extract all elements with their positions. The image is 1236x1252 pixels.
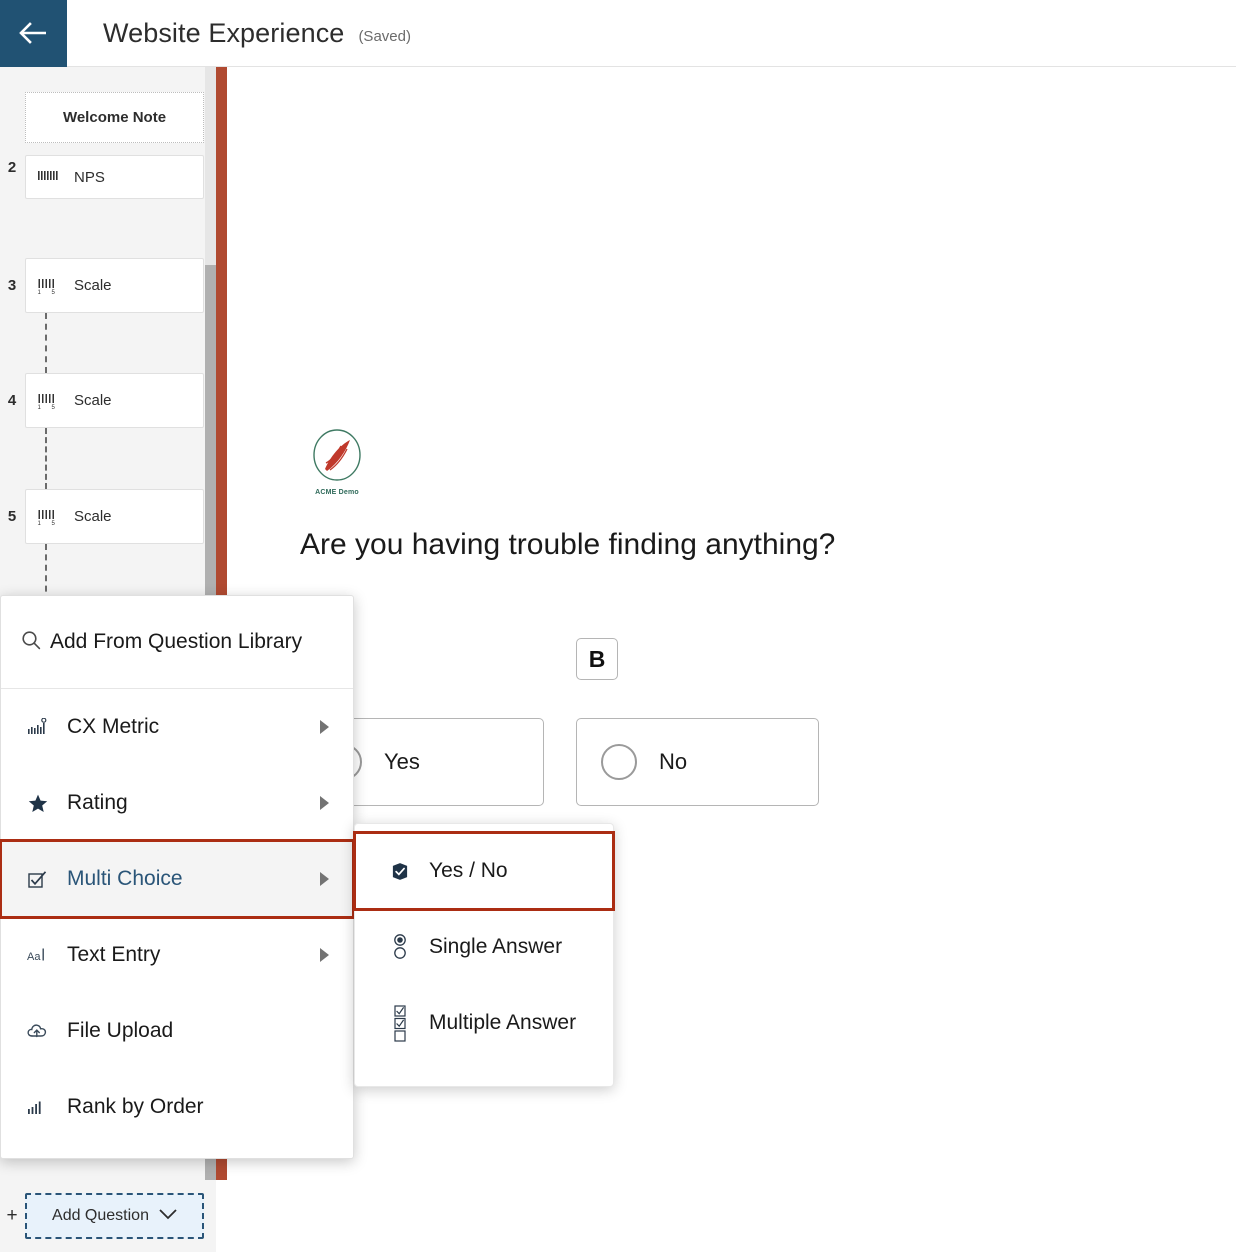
- svg-text:5: 5: [52, 290, 56, 295]
- submenu-item-yes-no[interactable]: Yes / No: [353, 831, 615, 911]
- submenu-label-single-answer: Single Answer: [429, 935, 563, 958]
- menu-label-rank-by-order: Rank by Order: [67, 1095, 204, 1118]
- svg-text:1: 1: [38, 405, 42, 410]
- svg-text:Aa: Aa: [27, 951, 41, 963]
- scale-icon: 1 5: [34, 392, 64, 410]
- multi-choice-submenu: Yes / No Single Answer Multiple Answer: [353, 823, 615, 1087]
- choice-label-yes: Yes: [384, 749, 420, 774]
- checkbox-icon: [27, 870, 49, 889]
- cloud-upload-icon: [27, 1022, 49, 1040]
- chevron-right-icon: [320, 872, 329, 886]
- welcome-note-card[interactable]: Welcome Note: [25, 92, 204, 143]
- submenu-item-multiple-answer[interactable]: Multiple Answer: [355, 985, 613, 1061]
- choice-option-no[interactable]: No: [576, 718, 819, 806]
- brand-logo: ACME Demo: [308, 427, 366, 496]
- cx-metric-icon: [27, 718, 49, 736]
- question-number-3: 3: [7, 277, 17, 294]
- svg-text:1: 1: [38, 521, 42, 526]
- chevron-right-icon: [320, 720, 329, 734]
- scale-icon: 1 5: [34, 508, 64, 526]
- menu-item-cx-metric[interactable]: CX Metric: [1, 689, 353, 765]
- text-entry-icon: Aa: [27, 947, 49, 963]
- page-title: Website Experience: [103, 17, 345, 48]
- status-badge[interactable]: B: [576, 638, 618, 680]
- star-icon: [27, 794, 49, 813]
- question-card-5[interactable]: 1 5 Scale: [25, 489, 204, 544]
- nps-scale-icon: [34, 169, 64, 185]
- add-question-button[interactable]: Add Question: [25, 1193, 204, 1239]
- submenu-label-yes-no: Yes / No: [429, 859, 508, 882]
- chevron-right-icon: [320, 948, 329, 962]
- check-badge-icon: [391, 862, 409, 881]
- question-card-nps[interactable]: NPS: [25, 155, 204, 199]
- search-icon: [21, 630, 41, 655]
- menu-item-file-upload[interactable]: File Upload: [1, 993, 353, 1069]
- chevron-right-icon: [320, 796, 329, 810]
- chevron-down-icon: [159, 1207, 177, 1225]
- question-number-2: 2: [7, 159, 17, 176]
- question-label-nps: NPS: [74, 168, 105, 186]
- menu-label-file-upload: File Upload: [67, 1019, 174, 1042]
- question-label-3: Scale: [74, 277, 112, 294]
- back-button[interactable]: [0, 0, 67, 67]
- menu-label-text-entry: Text Entry: [67, 943, 161, 966]
- connector-line: [45, 313, 47, 373]
- menu-item-multi-choice[interactable]: Multi Choice: [0, 839, 355, 919]
- add-question-label: Add Question: [52, 1207, 149, 1224]
- add-question-menu: Add From Question Library CX Metric Rati…: [0, 595, 355, 1159]
- connector-line: [45, 544, 47, 602]
- menu-item-text-entry[interactable]: Aa Text Entry: [1, 917, 353, 993]
- brand-logo-caption: ACME Demo: [315, 489, 359, 496]
- menu-label-cx-metric: CX Metric: [67, 715, 160, 738]
- menu-label-multi-choice: Multi Choice: [67, 867, 183, 890]
- checkbox-list-icon: [391, 1004, 409, 1042]
- arrow-left-icon: [18, 22, 49, 44]
- scale-icon: 1 5: [34, 277, 64, 295]
- menu-label-rating: Rating: [67, 791, 128, 814]
- radio-icon[interactable]: [601, 744, 637, 780]
- question-label-5: Scale: [74, 508, 112, 525]
- question-card-3[interactable]: 1 5 Scale: [25, 258, 204, 313]
- save-status: (Saved): [358, 27, 411, 45]
- question-number-4: 4: [7, 392, 17, 409]
- svg-text:5: 5: [52, 521, 56, 526]
- menu-item-rank-by-order[interactable]: Rank by Order: [1, 1069, 353, 1145]
- question-card-4[interactable]: 1 5 Scale: [25, 373, 204, 428]
- app-header: Website Experience (Saved): [0, 0, 1236, 67]
- radio-list-icon: [391, 934, 409, 960]
- add-question-plus-icon[interactable]: +: [0, 1205, 24, 1227]
- menu-item-rating[interactable]: Rating: [1, 765, 353, 841]
- acme-demo-logo: [310, 429, 364, 487]
- svg-text:5: 5: [52, 405, 56, 410]
- question-headline: Are you having trouble finding anything?: [300, 528, 836, 561]
- choice-label-no: No: [659, 749, 688, 774]
- submenu-item-single-answer[interactable]: Single Answer: [355, 909, 613, 985]
- question-number-5: 5: [7, 508, 17, 525]
- submenu-label-multiple-answer: Multiple Answer: [429, 1011, 577, 1034]
- menu-header-label: Add From Question Library: [50, 630, 303, 653]
- app-root: Website Experience (Saved) Welcome Note …: [0, 0, 1236, 1252]
- rank-bars-icon: [27, 1099, 49, 1115]
- connector-line: [45, 428, 47, 489]
- question-label-4: Scale: [74, 392, 112, 409]
- svg-text:1: 1: [38, 290, 42, 295]
- add-question-strip: + Add Question: [0, 1180, 216, 1252]
- menu-item-question-library[interactable]: Add From Question Library: [1, 596, 353, 689]
